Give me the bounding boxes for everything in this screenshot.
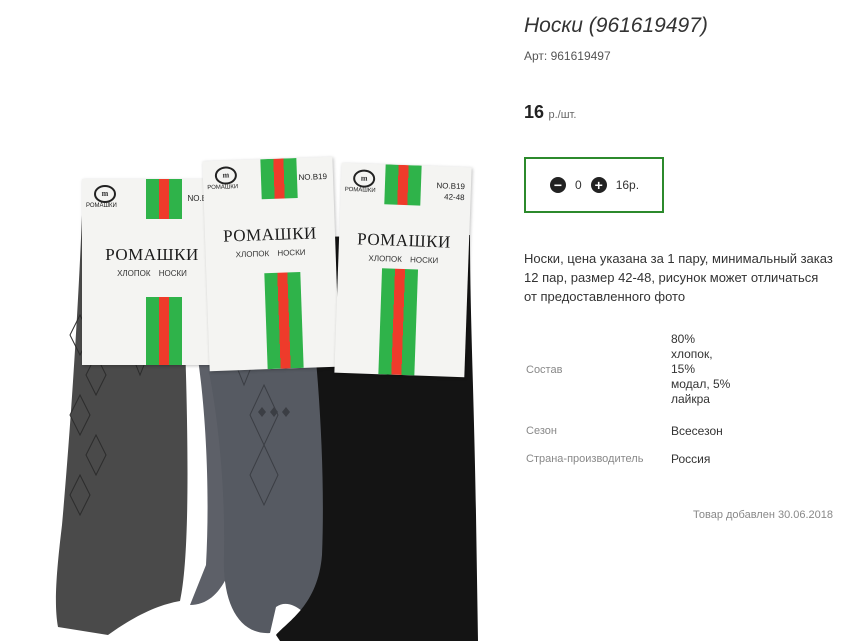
- product-code: NO.B19: [298, 171, 327, 183]
- product-photo[interactable]: m РОМАШКИ NO.B19 РОМАШКИ ХЛОПОК НОСКИ m …: [40, 135, 510, 641]
- stripe-bottom: [264, 271, 304, 370]
- brand-subtitle: ХЛОПОК НОСКИ: [235, 247, 306, 260]
- quantity-sum: 16р.: [615, 178, 640, 192]
- label-card-1: m РОМАШКИ NO.B19 РОМАШКИ ХЛОПОК НОСКИ: [82, 179, 222, 365]
- brand-logo-icon: m: [352, 169, 376, 188]
- product-description: Носки, цена указана за 1 пару, минимальн…: [524, 251, 833, 304]
- stripe-top: [260, 158, 298, 200]
- quantity-value[interactable]: 0: [575, 178, 582, 192]
- product-price: 16 р./шт.: [524, 102, 576, 123]
- brand-name: РОМАШКИ: [222, 223, 318, 246]
- label-card-2: m РОМАШКИ NO.B19 РОМАШКИ ХЛОПОК НОСКИ: [202, 156, 340, 372]
- product-code: NO.B19 42-48: [436, 180, 465, 203]
- added-date: Товар добавлен 30.06.2018: [693, 509, 834, 521]
- decrease-quantity-button[interactable]: −: [550, 177, 566, 193]
- logo-caption: РОМАШКИ: [86, 203, 117, 209]
- stripe-top: [384, 164, 422, 206]
- size-label: 42-48: [443, 192, 465, 203]
- quantity-selector: − 0 + 16р.: [524, 157, 664, 213]
- brand-name: РОМАШКИ: [105, 245, 199, 264]
- property-row: Состав 80% хлопок, 15% модал, 5% лайкра: [524, 322, 733, 417]
- plus-icon: +: [594, 177, 603, 193]
- property-label: Состав: [526, 363, 563, 376]
- logo-caption: РОМАШКИ: [344, 186, 376, 194]
- property-value: 80% хлопок, 15% модал, 5% лайкра: [671, 332, 731, 406]
- brand-name: РОМАШКИ: [356, 229, 452, 252]
- stripe-bottom: [146, 297, 182, 365]
- brand-logo-icon: m: [214, 166, 238, 185]
- code-label: NO.B19: [436, 181, 466, 192]
- brand-subtitle: ХЛОПОК НОСКИ: [117, 269, 187, 278]
- stripe-bottom: [378, 268, 419, 376]
- price-value: 16: [524, 102, 545, 122]
- code-label: NO.B19: [298, 171, 328, 182]
- label-card-3: m РОМАШКИ NO.B19 42-48 РОМАШКИ ХЛОПОК НО…: [334, 162, 472, 378]
- product-sku: Арт: 961619497: [524, 49, 611, 63]
- increase-quantity-button[interactable]: +: [590, 177, 607, 193]
- property-value: Всесезон: [671, 423, 723, 438]
- product-title: Носки (961619497): [524, 14, 708, 37]
- property-label: Страна-производитель: [526, 453, 644, 465]
- property-value: Россия: [671, 451, 711, 466]
- logo-caption: РОМАШКИ: [207, 184, 239, 192]
- property-row: Страна-производитель Россия: [524, 445, 733, 473]
- stripe-top: [146, 179, 182, 219]
- property-label: Сезон: [526, 425, 557, 437]
- property-row: Сезон Всесезон: [524, 417, 733, 445]
- brand-logo-icon: m: [94, 185, 116, 203]
- brand-subtitle: ХЛОПОК НОСКИ: [368, 253, 439, 266]
- properties-table: Состав 80% хлопок, 15% модал, 5% лайкра …: [524, 322, 733, 473]
- price-unit: р./шт.: [548, 109, 577, 121]
- minus-icon: −: [553, 177, 563, 193]
